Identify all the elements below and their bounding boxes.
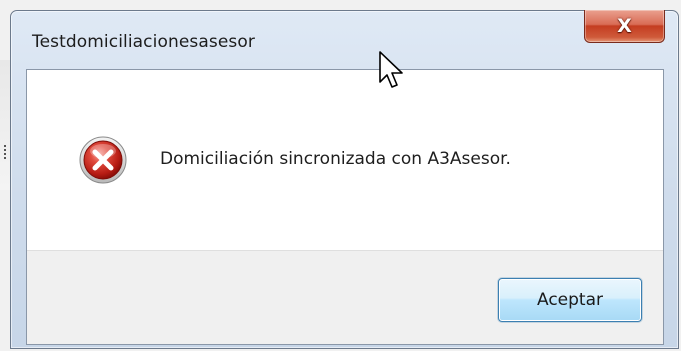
window-title: Testdomiciliacionesasesor [32, 32, 255, 52]
dialog-content: Domiciliación sincronizada con A3Asesor.… [26, 69, 664, 345]
button-bar: Aceptar [27, 250, 663, 344]
close-button[interactable]: X [584, 10, 665, 43]
mouse-pointer-icon [379, 51, 403, 88]
message-area: Domiciliación sincronizada con A3Asesor. [27, 70, 663, 250]
accept-button[interactable]: Aceptar [498, 278, 642, 322]
message-text: Domiciliación sincronizada con A3Asesor. [160, 149, 511, 169]
title-bar[interactable]: Testdomiciliacionesasesor X [11, 10, 678, 67]
close-icon: X [617, 15, 632, 37]
message-dialog: Testdomiciliacionesasesor X Domiciliació… [10, 10, 679, 349]
error-icon [79, 136, 127, 184]
